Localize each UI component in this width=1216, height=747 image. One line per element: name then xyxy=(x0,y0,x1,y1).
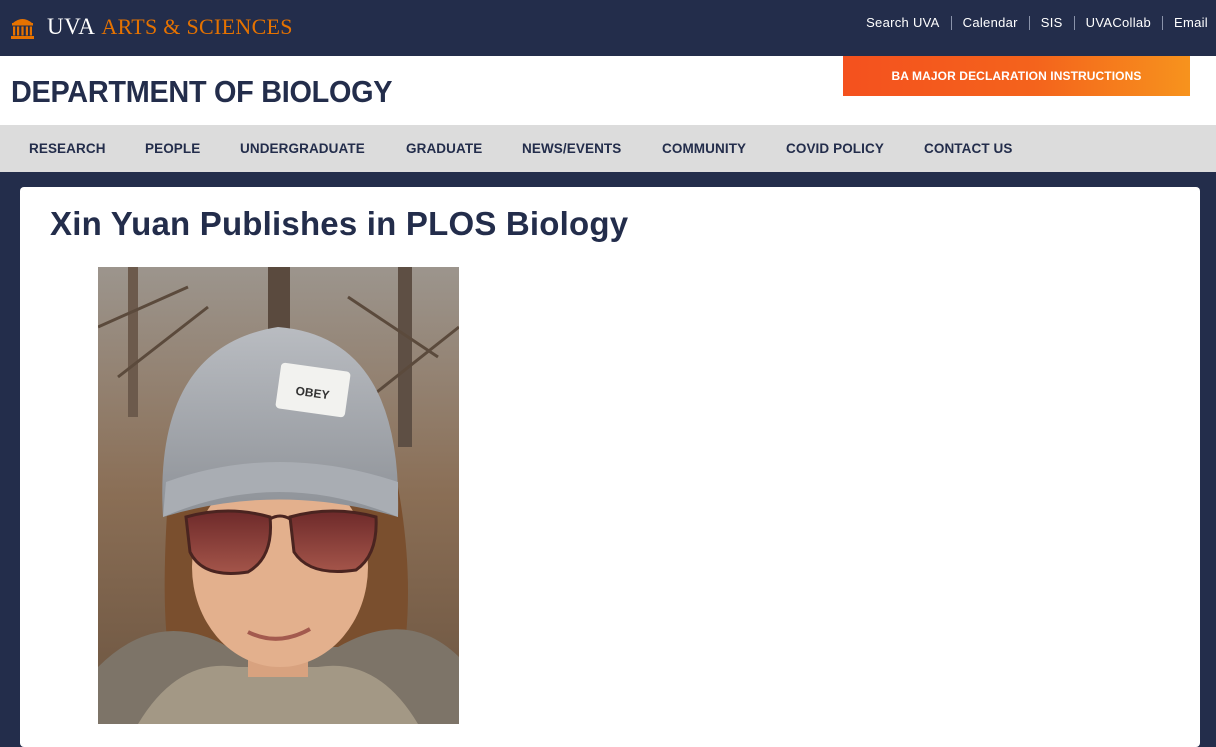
search-uva-link[interactable]: Search UVA xyxy=(855,16,951,30)
utility-links: Search UVA Calendar SIS UVACollab Email xyxy=(855,16,1208,30)
nav-item-covid-policy[interactable]: COVID POLICY xyxy=(786,125,884,172)
article-title: Xin Yuan Publishes in PLOS Biology xyxy=(50,205,629,242)
nav-item-community[interactable]: COMMUNITY xyxy=(662,125,746,172)
nav-item-undergraduate[interactable]: UNDERGRADUATE xyxy=(240,125,365,172)
ba-major-declaration-button[interactable]: BA MAJOR DECLARATION INSTRUCTIONS xyxy=(843,56,1190,96)
sis-link[interactable]: SIS xyxy=(1028,16,1074,30)
portrait-illustration: OBEY xyxy=(98,267,459,724)
portrait-photo: OBEY xyxy=(98,267,459,724)
nav-item-news-events[interactable]: NEWS/EVENTS xyxy=(522,125,621,172)
uva-arts-sciences-logo[interactable]: UVA ARTS & SCIENCES xyxy=(10,12,293,42)
nav-item-people[interactable]: PEOPLE xyxy=(145,125,200,172)
main-nav: RESEARCH PEOPLE UNDERGRADUATE GRADUATE N… xyxy=(0,125,1216,172)
rotunda-icon xyxy=(11,19,34,39)
logo-arts-sciences-text: ARTS & SCIENCES xyxy=(101,14,293,39)
nav-item-contact-us[interactable]: CONTACT US xyxy=(924,125,1013,172)
department-title[interactable]: DEPARTMENT OF BIOLOGY xyxy=(11,74,392,110)
uvacollab-link[interactable]: UVACollab xyxy=(1073,16,1162,30)
logo-uva-text: UVA xyxy=(47,14,96,39)
site-header: DEPARTMENT OF BIOLOGY BA MAJOR DECLARATI… xyxy=(0,56,1216,125)
nav-item-research[interactable]: RESEARCH xyxy=(29,125,106,172)
calendar-link[interactable]: Calendar xyxy=(950,16,1029,30)
nav-item-graduate[interactable]: GRADUATE xyxy=(406,125,482,172)
top-bar: UVA ARTS & SCIENCES Search UVA Calendar … xyxy=(0,0,1216,56)
email-link[interactable]: Email xyxy=(1161,16,1208,30)
article-content: Xin Yuan Publishes in PLOS Biology OBEY xyxy=(20,187,1200,747)
